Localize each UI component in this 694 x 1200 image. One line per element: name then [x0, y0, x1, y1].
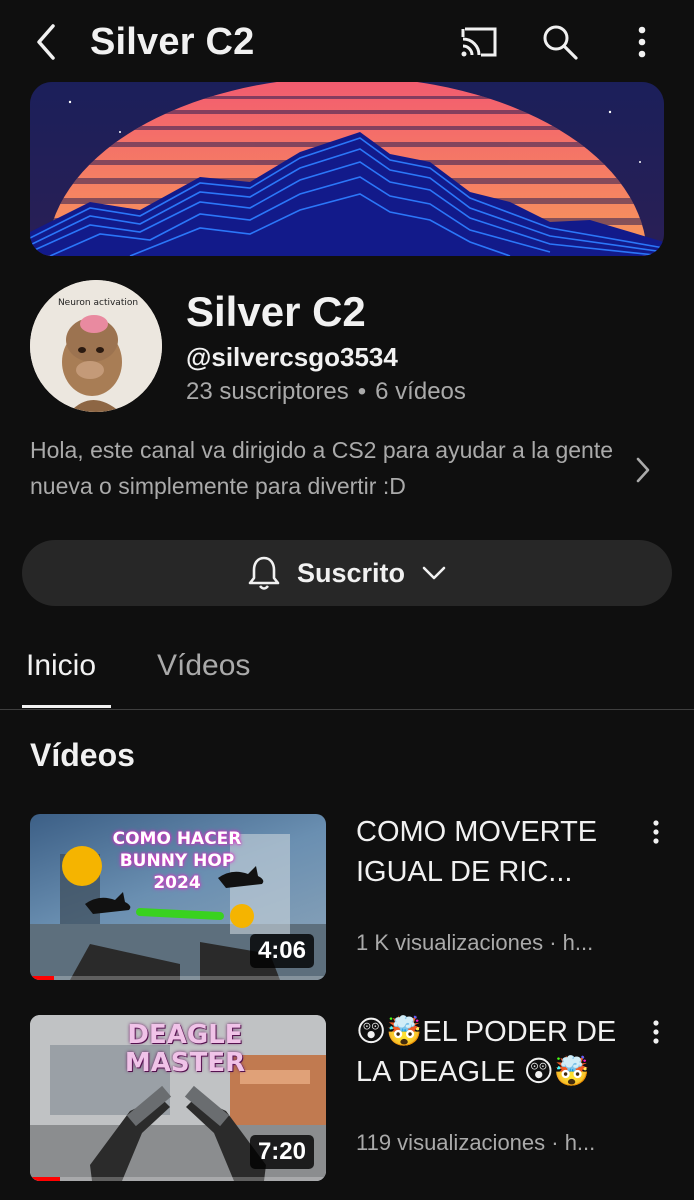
watch-progress-bar: [30, 976, 54, 980]
video-title[interactable]: COMO MOVERTE IGUAL DE RIC...: [356, 812, 626, 892]
thumbnail-text-line: BUNNY HOP: [119, 851, 235, 871]
stats-separator: •: [357, 378, 367, 405]
video-menu-button[interactable]: [640, 812, 672, 852]
active-tab-indicator: [22, 705, 111, 708]
subscribed-label: Suscrito: [296, 557, 406, 588]
search-button[interactable]: [536, 18, 584, 66]
more-vertical-icon: [653, 820, 659, 844]
section-title: Vídeos: [30, 737, 135, 773]
avatar[interactable]: Neuron activation: [30, 280, 162, 412]
thumbnail-text-line: DEAGLE: [127, 1020, 243, 1050]
thumbnail-text: DEAGLE MASTER: [110, 1021, 260, 1077]
channel-handle: @silvercsgo3534: [186, 342, 398, 372]
chevron-right-icon: [636, 457, 650, 483]
video-menu-button[interactable]: [640, 1012, 672, 1052]
thumbnail-text-line: COMO HACER: [112, 829, 242, 849]
bell-icon: [248, 556, 280, 590]
chevron-down-icon: [422, 566, 446, 580]
cast-button[interactable]: [455, 18, 503, 66]
subscriber-count: 23 suscriptores: [186, 378, 349, 405]
thumbnail-text-line: MASTER: [124, 1048, 246, 1078]
video-duration: 4:06: [249, 934, 314, 968]
chevron-left-icon: [37, 24, 55, 60]
channel-banner: [30, 82, 664, 256]
video-thumbnail[interactable]: DEAGLE MASTER 7:20: [30, 1015, 326, 1181]
channel-description[interactable]: Hola, este canal va dirigido a CS2 para …: [30, 432, 620, 504]
video-meta: 119 visualizaciones · h...: [356, 1130, 596, 1155]
page-title: Silver C2: [90, 21, 255, 63]
more-vertical-icon: [653, 1020, 659, 1044]
avatar-caption: Neuron activation: [57, 298, 139, 308]
description-expand-button[interactable]: [628, 452, 658, 488]
tab-videos[interactable]: Vídeos: [157, 646, 250, 686]
back-button[interactable]: [26, 18, 66, 66]
thumbnail-text: COMO HACER BUNNY HOP 2024: [102, 828, 252, 894]
more-button[interactable]: [618, 18, 666, 66]
tab-inicio[interactable]: Inicio: [26, 646, 96, 686]
video-count: 6 vídeos: [375, 378, 466, 405]
cast-icon: [461, 27, 497, 57]
subscribed-button[interactable]: Suscrito: [22, 540, 672, 606]
thumbnail-text-line: 2024: [153, 873, 201, 893]
channel-name: Silver C2: [186, 288, 366, 335]
more-vertical-icon: [638, 26, 646, 58]
tabs-divider: [0, 709, 694, 710]
search-icon: [543, 25, 578, 60]
progress-track: [30, 976, 326, 980]
channel-stats: 23 suscriptores • 6 vídeos: [186, 376, 466, 408]
watch-progress-bar: [30, 1177, 60, 1181]
progress-track: [30, 1177, 326, 1181]
video-title[interactable]: 😲🤯EL PODER DE LA DEAGLE 😲🤯: [356, 1012, 626, 1092]
video-duration: 7:20: [249, 1135, 314, 1169]
video-meta: 1 K visualizaciones · h...: [356, 930, 594, 955]
video-thumbnail[interactable]: COMO HACER BUNNY HOP 2024 4:06: [30, 814, 326, 980]
